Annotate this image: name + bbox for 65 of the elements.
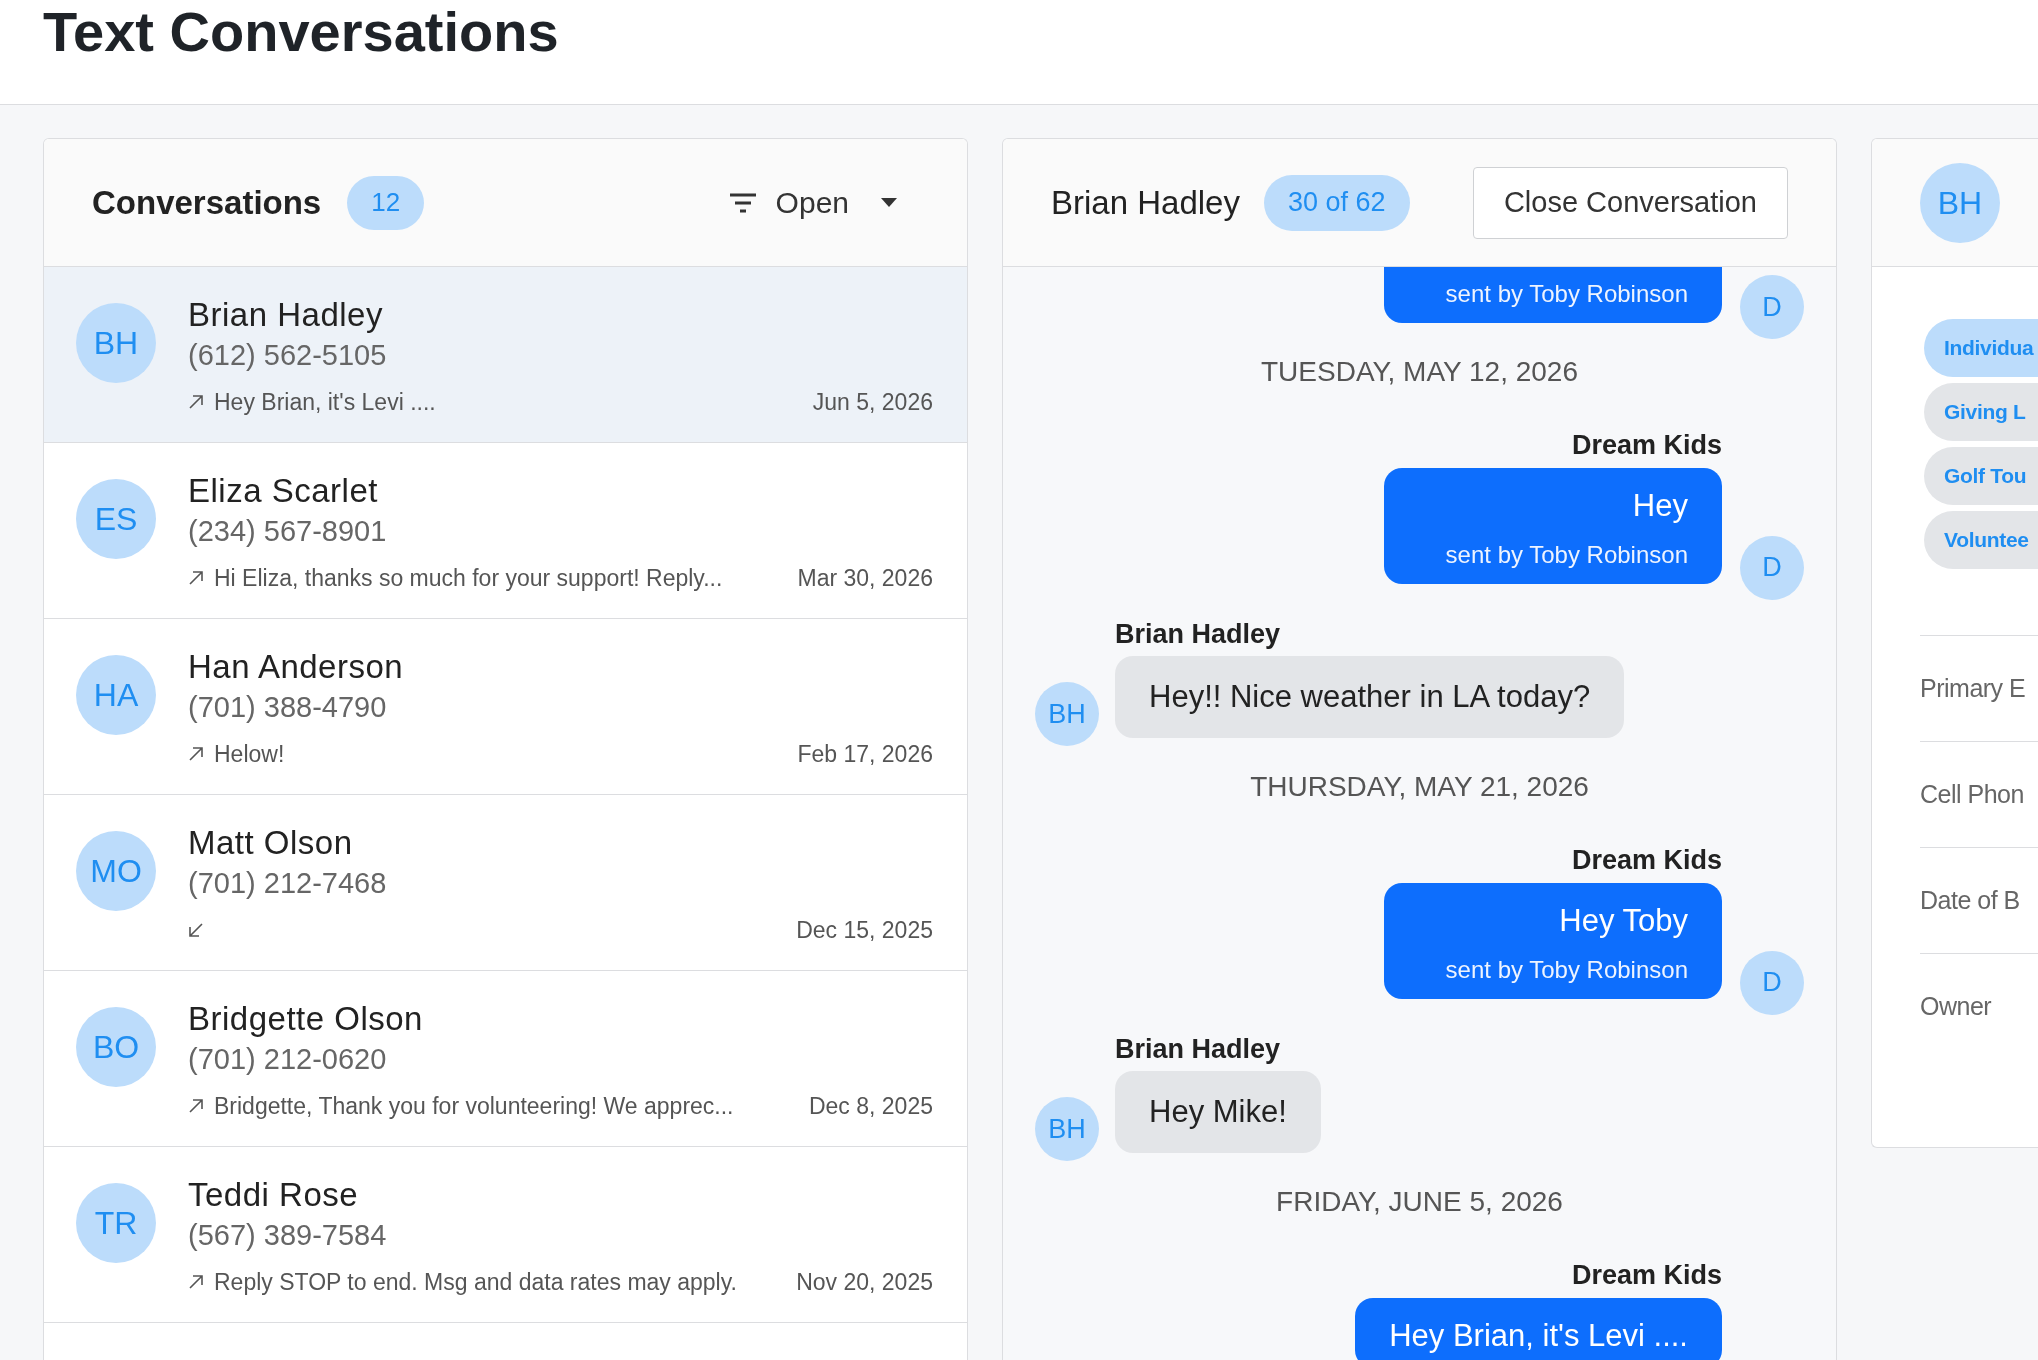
filter-icon — [727, 191, 758, 214]
contact-name: Brian Hadley — [1051, 182, 1240, 223]
message-text: Hey Brian, it's Levi .... — [1389, 1316, 1688, 1355]
page-title: Text Conversations — [43, 0, 559, 64]
message-date: Dec 15, 2025 — [796, 916, 933, 945]
avatar: BH — [76, 303, 156, 383]
avatar: D — [1740, 275, 1804, 339]
message-text: Hey — [1632, 486, 1688, 525]
message-text: Hey Toby — [1559, 901, 1688, 940]
panel-title: Conversations — [92, 182, 322, 223]
avatar: BH — [1035, 1097, 1099, 1161]
conversation-item[interactable]: BH Brian Hadley (612) 562-5105 Hey Brian, it's Levi .... Jun 5, 2026 — [44, 267, 967, 443]
contact-name: Eliza Scarlet — [188, 471, 379, 511]
avatar: BH — [1035, 682, 1099, 746]
message-text: Hey Mike! — [1149, 1094, 1287, 1129]
avatar: BO — [76, 1007, 156, 1087]
caret-icon — [881, 198, 897, 207]
message-preview: Reply STOP to end. Msg and data rates may apply. — [214, 1268, 737, 1297]
avatar: MO — [76, 831, 156, 911]
message-preview: Bridgette, Thank you for volunteering! We apprec... — [214, 1092, 734, 1121]
date-separator: TUESDAY, MAY 12, 2026 — [1261, 355, 1578, 389]
sender-note: sent by Toby Robinson — [1445, 539, 1688, 570]
message-preview: Hey Brian, it's Levi .... — [214, 388, 436, 417]
contact-name: Teddi Rose — [188, 1175, 360, 1215]
message-date: Feb 17, 2026 — [797, 740, 933, 769]
message-preview: Helow! — [214, 740, 285, 769]
contact-name: Matt Olson — [188, 823, 354, 863]
message-date: Dec 8, 2025 — [808, 1092, 933, 1121]
contact-name: Bridgette Olson — [188, 999, 424, 1039]
filter-dropdown[interactable]: Open — [727, 180, 897, 225]
avatar: HA — [76, 655, 156, 735]
sender-name: Dream Kids — [1571, 429, 1722, 462]
contact-name: Han Anderson — [188, 647, 405, 687]
sender-name: Brian Hadley — [1115, 617, 1281, 651]
sender-note: sent by Toby Robinson — [1445, 954, 1688, 985]
field-label: Owner — [1920, 990, 1992, 1022]
phone-number: (567) 389-7584 — [188, 1218, 388, 1253]
date-separator: THURSDAY, MAY 21, 2026 — [1250, 770, 1589, 804]
avatar: ES — [76, 479, 156, 559]
field-label: Cell Phon — [1920, 778, 2024, 810]
date-separator: FRIDAY, JUNE 5, 2026 — [1276, 1185, 1563, 1219]
phone-number: (612) 562-5105 — [188, 338, 388, 373]
avatar: D — [1740, 950, 1804, 1015]
message-preview: Hi Eliza, thanks so much for your support! Reply... — [214, 564, 723, 593]
avatar: TR — [76, 1183, 156, 1263]
message-date: Nov 20, 2025 — [796, 1268, 933, 1297]
close-conversation-button[interactable]: Close Conversation — [1472, 166, 1788, 239]
position-badge: 30 of 62 — [1263, 174, 1410, 231]
phone-number: (234) 567-8901 — [188, 514, 388, 549]
sender-name: Dream Kids — [1571, 1259, 1722, 1292]
contact-avatar: BH — [1920, 162, 2000, 243]
count-badge: 12 — [347, 175, 425, 230]
contact-name: Brian Hadley — [188, 295, 384, 335]
avatar: D — [1740, 535, 1804, 600]
message-date: Mar 30, 2026 — [797, 564, 933, 593]
field-label: Date of B — [1920, 884, 2020, 916]
field-label: Primary E — [1920, 672, 2026, 704]
message-text: Hey!! Nice weather in LA today? — [1149, 679, 1591, 714]
sender-note: sent by Toby Robinson — [1445, 279, 1688, 309]
phone-number: (701) 388-4790 — [188, 690, 388, 725]
sender-name: Brian Hadley — [1115, 1032, 1281, 1066]
message-date: Jun 5, 2026 — [812, 388, 933, 417]
phone-number: (701) 212-7468 — [188, 866, 388, 901]
sender-name: Dream Kids — [1571, 844, 1722, 877]
phone-number: (701) 212-0620 — [188, 1042, 388, 1077]
